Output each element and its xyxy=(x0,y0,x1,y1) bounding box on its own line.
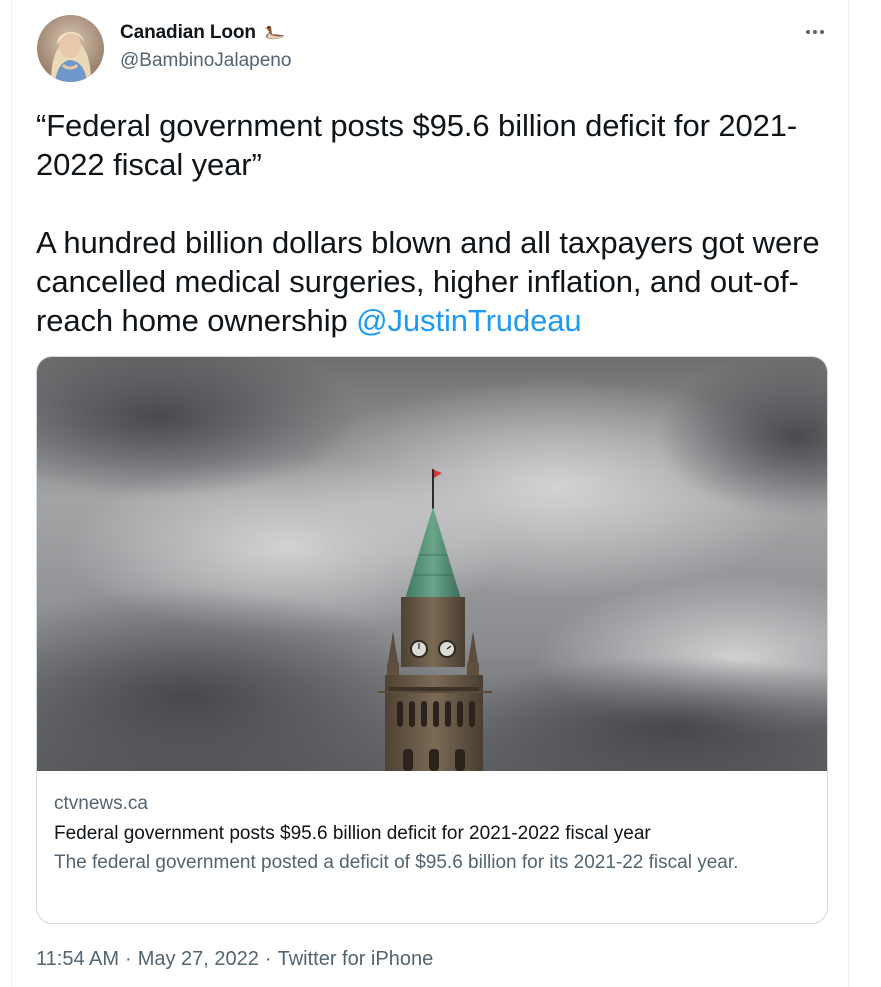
display-name[interactable]: Canadian Loon xyxy=(120,22,256,44)
avatar[interactable] xyxy=(37,15,104,82)
author-block[interactable]: Canadian Loon @BambinoJalapeno xyxy=(120,21,291,72)
tweet-commentary: A hundred billion dollars blown and all … xyxy=(36,223,836,340)
link-preview-card[interactable]: ctvnews.ca Federal government posts $95.… xyxy=(36,356,828,924)
tweet: Canadian Loon @BambinoJalapeno “Federal … xyxy=(12,0,848,987)
card-meta: ctvnews.ca Federal government posts $95.… xyxy=(54,792,814,877)
mention-link[interactable]: @JustinTrudeau xyxy=(356,303,581,338)
tweet-source[interactable]: Twitter for iPhone xyxy=(278,948,434,971)
card-description: The federal government posted a deficit … xyxy=(54,852,739,873)
tweet-quote: “Federal government posts $95.6 billion … xyxy=(36,108,798,182)
card-title: Federal government posts $95.6 billion d… xyxy=(54,823,651,844)
tweet-text: “Federal government posts $95.6 billion … xyxy=(36,106,836,340)
meta-separator: · xyxy=(264,948,272,970)
loon-duck-icon xyxy=(263,24,287,42)
user-handle[interactable]: @BambinoJalapeno xyxy=(120,50,291,72)
card-image[interactable] xyxy=(37,357,827,771)
meta-separator: · xyxy=(125,948,132,970)
tweet-date[interactable]: May 27, 2022 xyxy=(138,948,259,971)
more-options-icon[interactable] xyxy=(800,22,830,42)
tweet-time[interactable]: 11:54 AM xyxy=(36,948,119,971)
timeline-border-right xyxy=(848,0,849,987)
tweet-timestamp-row: 11:54 AM · May 27, 2022 · Twitter for iP… xyxy=(36,948,433,971)
card-domain: ctvnews.ca xyxy=(54,793,148,814)
